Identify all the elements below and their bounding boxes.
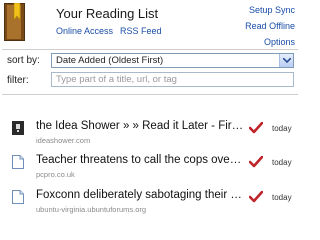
item-date: today — [272, 124, 292, 133]
chevron-down-icon[interactable] — [279, 54, 293, 67]
mark-as-read-check-icon[interactable] — [249, 156, 263, 168]
header-divider — [2, 49, 298, 50]
page-icon — [12, 155, 24, 169]
item-domain: ideashower.com — [36, 136, 91, 145]
setup-sync-link[interactable]: Setup Sync — [249, 5, 295, 15]
list-item[interactable]: Foxconn deliberately sabotaging their mo… — [0, 187, 300, 221]
mark-as-read-check-icon[interactable] — [249, 122, 263, 134]
item-date: today — [272, 193, 292, 202]
item-date: today — [272, 158, 292, 167]
idea-shower-favicon-icon — [12, 121, 24, 135]
filter-divider — [2, 94, 298, 95]
sort-select[interactable]: Date Added (Oldest First) — [51, 53, 294, 68]
header: Your Reading List Online Access RSS Feed… — [0, 0, 300, 52]
item-title[interactable]: Teacher threatens to call the cops over … — [36, 154, 244, 166]
item-domain: pcpro.co.uk — [36, 170, 75, 179]
sort-selected-value: Date Added (Oldest First) — [56, 55, 164, 66]
options-link[interactable]: Options — [264, 37, 295, 47]
item-title[interactable]: the Idea Shower » » Read it Later - Fire… — [36, 120, 244, 132]
sort-label: sort by: — [7, 55, 40, 66]
online-access-link[interactable]: Online Access — [56, 26, 113, 36]
app-title: Your Reading List — [56, 6, 159, 21]
list-item[interactable]: the Idea Shower » » Read it Later - Fire… — [0, 118, 300, 152]
filter-input[interactable] — [51, 72, 294, 87]
mark-as-read-check-icon[interactable] — [249, 191, 263, 203]
item-domain: ubuntu-virginia.ubuntuforums.org — [36, 205, 147, 214]
filter-label: filter: — [7, 75, 29, 86]
reading-list-logo-icon — [4, 3, 25, 41]
rss-feed-link[interactable]: RSS Feed — [120, 26, 162, 36]
item-title[interactable]: Foxconn deliberately sabotaging their mo… — [36, 189, 244, 201]
list-item[interactable]: Teacher threatens to call the cops over … — [0, 152, 300, 186]
read-offline-link[interactable]: Read Offline — [245, 21, 295, 31]
page-icon — [12, 190, 24, 204]
